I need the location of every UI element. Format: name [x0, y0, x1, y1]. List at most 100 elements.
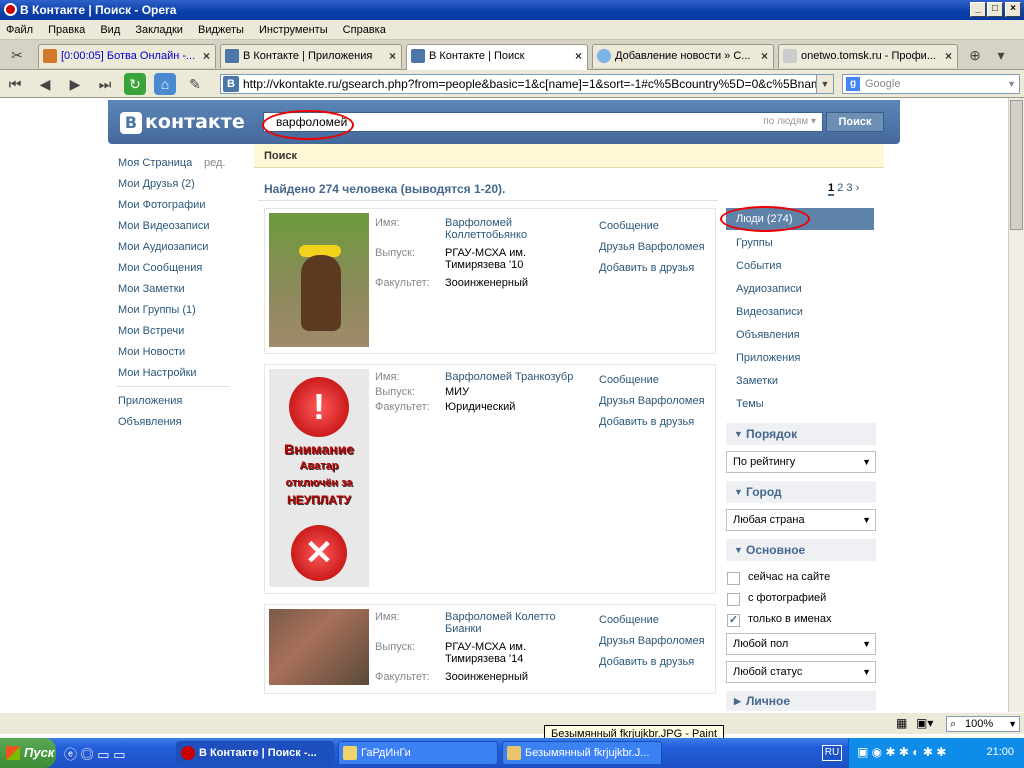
tab-menu-icon[interactable]: ▾	[990, 44, 1012, 66]
nav-news[interactable]: Мои Новости	[118, 346, 185, 358]
tab-news[interactable]: Добавление новости » С... ×	[592, 44, 774, 68]
app-icon[interactable]: ▭	[97, 747, 109, 762]
task-folder[interactable]: ГаРдИнГи	[338, 741, 498, 765]
menu-file[interactable]: Файл	[0, 20, 39, 40]
url-dropdown-icon[interactable]: ▼	[816, 74, 834, 94]
country-select[interactable]: Любая страна ▼	[726, 509, 876, 531]
friends-link[interactable]: Друзья Варфоломея	[599, 241, 705, 253]
add-friend-link[interactable]: Добавить в друзья	[599, 416, 694, 428]
city-section-header[interactable]: ▼ Город	[726, 481, 876, 503]
minimize-button[interactable]: _	[970, 2, 986, 17]
explorer-icon[interactable]: ◎	[81, 747, 94, 762]
tab-onetwo[interactable]: onetwo.tomsk.ru - Профи... ×	[778, 44, 958, 68]
nav-events[interactable]: Мои Встречи	[118, 325, 184, 337]
start-button[interactable]: Пуск	[0, 738, 56, 768]
close-icon[interactable]: ×	[389, 45, 396, 67]
speed-dial-icon[interactable]: ▦	[896, 716, 912, 732]
scrollbar-thumb[interactable]	[1010, 100, 1023, 230]
forward-icon[interactable]: ▶	[64, 73, 86, 95]
close-window-button[interactable]: ×	[1005, 2, 1021, 17]
message-link[interactable]: Сообщение	[599, 374, 659, 386]
fastforward-icon[interactable]: ⏭	[94, 73, 116, 95]
nav-my-page[interactable]: Моя Страница	[118, 157, 192, 169]
menu-tools[interactable]: Инструменты	[253, 20, 334, 40]
address-input[interactable]: В http://vkontakte.ru/gsearch.php?from=p…	[220, 74, 834, 94]
vk-logo[interactable]: Вконтакте	[120, 111, 245, 134]
add-friend-link[interactable]: Добавить в друзья	[599, 656, 694, 668]
category-groups[interactable]: Группы	[736, 237, 773, 249]
order-section-header[interactable]: ▼ Порядок	[726, 423, 876, 445]
category-video[interactable]: Видеозаписи	[736, 306, 803, 318]
close-icon[interactable]: ×	[575, 45, 582, 67]
task-opera[interactable]: В Контакте | Поиск -...	[176, 741, 334, 765]
new-tab-icon[interactable]: ⊕	[964, 44, 986, 66]
order-select[interactable]: По рейтингу ▼	[726, 451, 876, 473]
nav-photos[interactable]: Мои Фотографии	[118, 199, 205, 211]
nav-settings[interactable]: Мои Настройки	[118, 367, 197, 379]
nav-friends[interactable]: Мои Друзья (2)	[118, 178, 195, 190]
back-icon[interactable]: ◀	[34, 73, 56, 95]
task-paint[interactable]: Безымянный fkrjujkbr.J...	[502, 741, 662, 765]
vertical-scrollbar[interactable]	[1008, 98, 1024, 712]
menu-widgets[interactable]: Виджеты	[192, 20, 250, 40]
home-icon[interactable]: ⌂	[154, 73, 176, 95]
add-friend-link[interactable]: Добавить в друзья	[599, 262, 694, 274]
category-events[interactable]: События	[736, 260, 781, 272]
menu-help[interactable]: Справка	[337, 20, 392, 40]
page-link-1[interactable]: 1	[828, 182, 835, 196]
photo-checkbox[interactable]	[727, 593, 740, 606]
menu-bookmarks[interactable]: Закладки	[129, 20, 189, 40]
nav-groups[interactable]: Мои Группы (1)	[118, 304, 196, 316]
language-indicator[interactable]: RU	[822, 745, 842, 761]
nav-videos[interactable]: Мои Видеозаписи	[118, 220, 210, 232]
online-checkbox[interactable]	[727, 572, 740, 585]
avatar-disabled-image[interactable]: ! Внимание Аватар отключён за НЕУПЛАТУ ✕	[269, 369, 369, 587]
chevron-down-icon[interactable]: ▼	[1007, 75, 1016, 93]
basic-section-header[interactable]: ▼ Основное	[726, 539, 876, 561]
page-link-3[interactable]: 3	[846, 182, 852, 194]
status-select[interactable]: Любой статус ▼	[726, 661, 876, 683]
edit-icon[interactable]: ✎	[184, 73, 206, 95]
tab-vk-apps[interactable]: В Контакте | Приложения ×	[220, 44, 402, 68]
web-search-input[interactable]: g Google ▼	[842, 74, 1020, 94]
reload-icon[interactable]: ↻	[124, 73, 146, 95]
result-name[interactable]: Варфоломей Коллеттобьянко	[445, 217, 585, 241]
rewind-icon[interactable]: ⏮	[4, 73, 26, 95]
view-icon[interactable]: ▣▾	[916, 716, 942, 732]
friends-link[interactable]: Друзья Варфоломея	[599, 395, 705, 407]
app-icon[interactable]: ▭	[113, 747, 125, 762]
gender-select[interactable]: Любой пол ▼	[726, 633, 876, 655]
tab-botva[interactable]: [0:00:05] Ботва Онлайн -... ×	[38, 44, 216, 68]
menu-view[interactable]: Вид	[94, 20, 126, 40]
personal-section-header[interactable]: ▶ Личное	[726, 691, 876, 711]
nav-apps[interactable]: Приложения	[118, 395, 182, 407]
search-button[interactable]: Поиск	[826, 112, 884, 132]
close-icon[interactable]: ×	[203, 45, 210, 67]
tab-vk-search[interactable]: В Контакте | Поиск ×	[406, 44, 588, 70]
avatar-photo[interactable]	[269, 213, 369, 347]
category-ads[interactable]: Объявления	[736, 329, 800, 341]
zoom-select[interactable]: ⌕ 100% ▼	[946, 716, 1020, 732]
search-scope[interactable]: по людям ▾	[763, 116, 816, 127]
close-icon[interactable]: ×	[945, 45, 952, 67]
category-notes[interactable]: Заметки	[736, 375, 778, 387]
nav-edit-link[interactable]: ред.	[204, 157, 225, 169]
message-link[interactable]: Сообщение	[599, 220, 659, 232]
result-name[interactable]: Варфоломей Транкозубр	[445, 371, 595, 383]
names-only-checkbox[interactable]: ✓	[727, 614, 740, 627]
tray-icons[interactable]: ▣ ◉ ✱ ✱ ◐ ✱ ✱	[857, 745, 946, 759]
maximize-button[interactable]: □	[987, 2, 1003, 17]
menu-edit[interactable]: Правка	[42, 20, 91, 40]
page-next[interactable]: ›	[856, 182, 860, 194]
category-audio[interactable]: Аудиозаписи	[736, 283, 802, 295]
nav-notes[interactable]: Мои Заметки	[118, 283, 185, 295]
friends-link[interactable]: Друзья Варфоломея	[599, 635, 705, 647]
nav-ads[interactable]: Объявления	[118, 416, 182, 428]
ie-icon[interactable]: ⓔ	[64, 747, 77, 762]
category-apps[interactable]: Приложения	[736, 352, 800, 364]
tools-icon[interactable]: ✂	[6, 44, 28, 66]
close-icon[interactable]: ×	[761, 45, 768, 67]
message-link[interactable]: Сообщение	[599, 614, 659, 626]
category-topics[interactable]: Темы	[736, 398, 764, 410]
result-name[interactable]: Варфоломей Колетто Бианки	[445, 611, 585, 635]
